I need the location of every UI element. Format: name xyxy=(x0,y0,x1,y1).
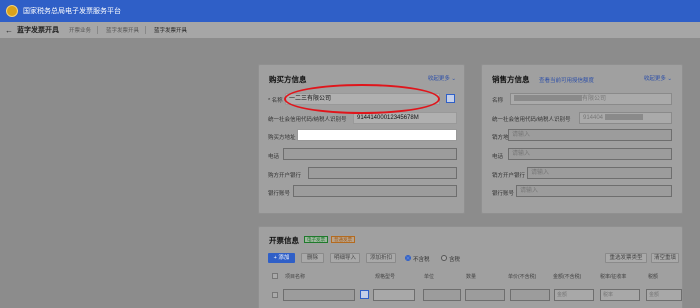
quantity-input[interactable] xyxy=(465,289,505,301)
import-details-button[interactable]: 明细导入 xyxy=(330,253,360,263)
col-spec: 规格型号 xyxy=(375,274,396,280)
unit-price-input[interactable] xyxy=(510,289,550,301)
seller-taxid-label: 统一社会信用代码/纳税人识别号 xyxy=(492,117,571,123)
col-amount: 金额(不含税) xyxy=(553,274,582,280)
add-row-button[interactable]: + 添加 xyxy=(268,253,295,263)
buyer-collapse-link[interactable]: 收起更多 ⌄ xyxy=(428,74,456,82)
add-discount-button[interactable]: 添加折扣 xyxy=(366,253,396,263)
red-highlight-ellipse xyxy=(284,84,440,114)
buyer-account-input[interactable] xyxy=(293,185,457,197)
buyer-address-input[interactable] xyxy=(297,129,457,141)
col-quantity: 数量 xyxy=(466,274,477,280)
e-invoice-tag: 电子发票 xyxy=(304,236,328,243)
select-all-checkbox[interactable] xyxy=(272,273,278,279)
masked-text xyxy=(514,94,582,101)
tax-amount-input[interactable]: 金额 xyxy=(646,289,682,301)
tax-included-label: 含税 xyxy=(449,257,461,263)
seller-account-label: 银行账号 xyxy=(492,191,515,197)
back-arrow-icon[interactable]: ← xyxy=(5,26,13,35)
item-lookup-icon[interactable] xyxy=(360,290,369,299)
page-title: 蓝字发票开具 xyxy=(17,27,59,34)
seller-bank-input[interactable]: 请输入 xyxy=(527,167,672,179)
tax-rate-select[interactable]: 税率 xyxy=(600,289,640,301)
buyer-lookup-icon[interactable] xyxy=(446,94,455,103)
tax-emblem-icon xyxy=(6,5,18,17)
unit-input[interactable] xyxy=(423,289,461,301)
col-unit: 单位 xyxy=(424,274,435,280)
seller-name-label: 名称 xyxy=(492,98,504,104)
seller-collapse-link[interactable]: 收起更多 ⌄ xyxy=(644,74,672,82)
amount-input[interactable]: 金额 xyxy=(554,289,594,301)
masked-text xyxy=(605,113,644,120)
buyer-section-title: 购买方信息 xyxy=(269,75,307,84)
col-item-name: 项目名称 xyxy=(285,274,306,280)
clear-refill-button[interactable]: 清空重填 xyxy=(651,253,679,263)
platform-title: 国家税务总局电子发票服务平台 xyxy=(23,8,121,15)
buyer-phone-label: 电话 xyxy=(268,154,280,160)
top-header: 国家税务总局电子发票服务平台 xyxy=(0,0,700,22)
reselect-invoice-type-button[interactable]: 重选发票类型 xyxy=(605,253,647,263)
invoice-section-title: 开票信息 xyxy=(269,236,299,245)
buyer-account-label: 银行账号 xyxy=(268,191,291,197)
normal-invoice-tag: 普通发票 xyxy=(331,236,355,243)
buyer-bank-input[interactable] xyxy=(308,167,457,179)
breadcrumb-bar: ← 蓝字发票开具 开票业务 蓝字发票开具 蓝字发票开具 xyxy=(0,22,700,38)
seller-section-title: 销售方信息 xyxy=(492,75,530,84)
item-name-input[interactable] xyxy=(283,289,355,301)
row-checkbox[interactable] xyxy=(272,292,278,298)
buyer-name-label: * 名称 xyxy=(268,98,283,104)
seller-name-input: 有限公司 xyxy=(510,93,672,105)
seller-address-input[interactable]: 请输入 xyxy=(508,129,672,141)
seller-phone-label: 电话 xyxy=(492,154,504,160)
tax-included-radio[interactable] xyxy=(441,255,447,261)
seller-credit-link[interactable]: 查看当前可用授信额度 xyxy=(539,76,594,84)
breadcrumb-item[interactable]: 开票业务 xyxy=(69,26,99,34)
spec-input[interactable] xyxy=(373,289,415,301)
buyer-bank-label: 购方开户银行 xyxy=(268,173,302,179)
tax-excluded-label: 不含税 xyxy=(413,257,430,263)
col-unit-price: 单价(不含税) xyxy=(508,274,537,280)
breadcrumb-item-current: 蓝字发票开具 xyxy=(154,28,188,34)
seller-taxid-input: 914404 xyxy=(579,112,672,124)
seller-bank-label: 销方开户银行 xyxy=(492,173,526,179)
delete-row-button[interactable]: 删除 xyxy=(301,253,324,263)
breadcrumb-item[interactable]: 蓝字发票开具 xyxy=(106,26,147,34)
col-tax-rate: 税率/征收率 xyxy=(600,274,627,280)
buyer-address-label: 购买方地址 xyxy=(268,135,296,141)
buyer-taxid-label: 统一社会信用代码/纳税人识别号 xyxy=(268,117,347,123)
seller-phone-input[interactable]: 请输入 xyxy=(508,148,672,160)
buyer-phone-input[interactable] xyxy=(283,148,457,160)
seller-account-input[interactable]: 请输入 xyxy=(516,185,672,197)
col-tax: 税额 xyxy=(648,274,659,280)
tax-excluded-radio[interactable] xyxy=(405,255,411,261)
